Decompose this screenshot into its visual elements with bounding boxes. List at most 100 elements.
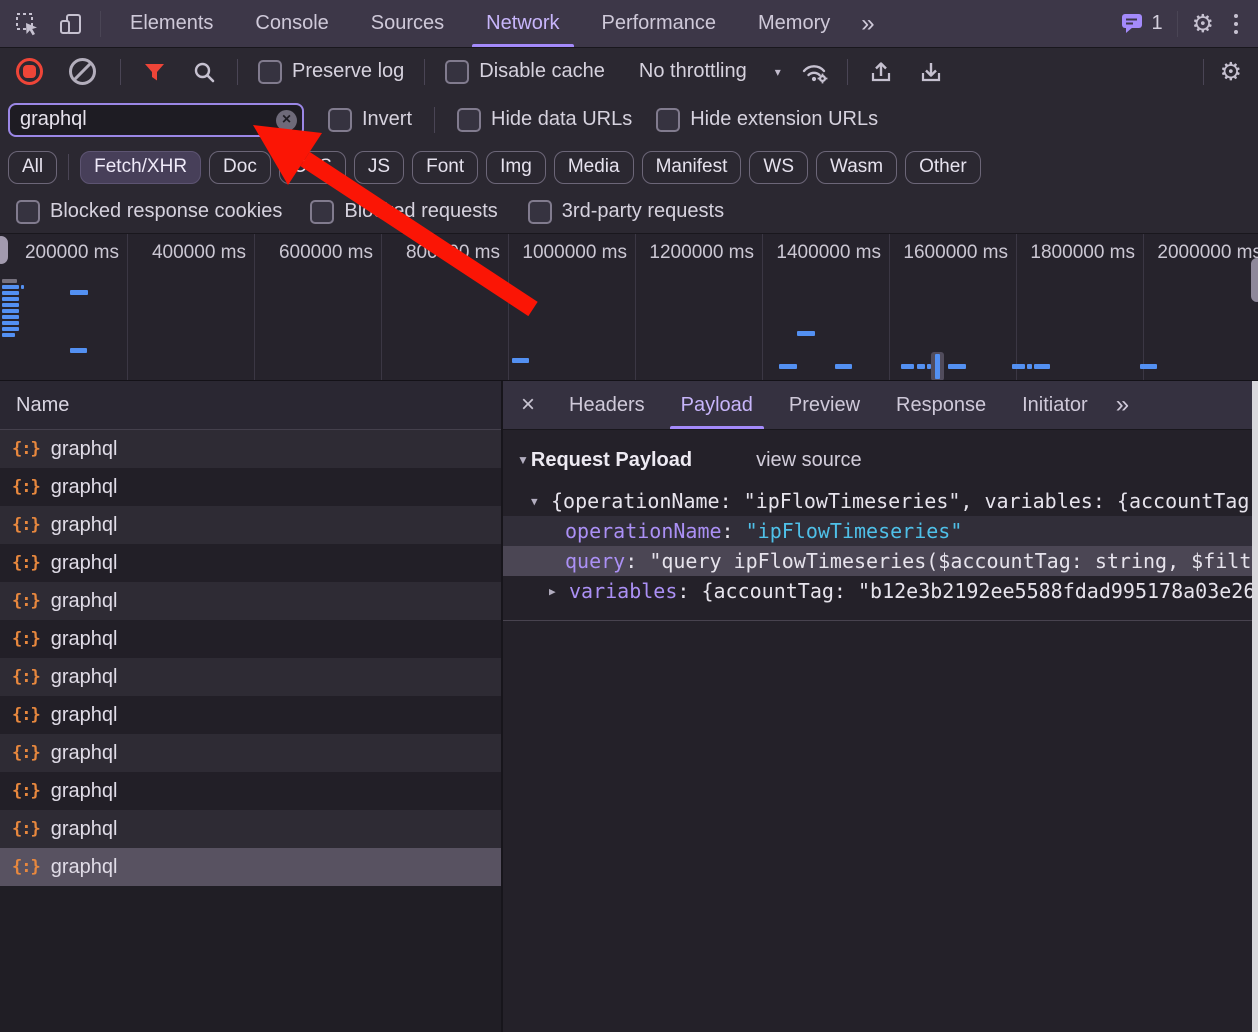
blocked-response-cookies-label: Blocked response cookies: [50, 200, 282, 223]
close-icon[interactable]: ×: [503, 393, 551, 417]
type-chip-fetch-xhr[interactable]: Fetch/XHR: [80, 151, 201, 184]
json-braces-icon: {:}: [12, 819, 40, 839]
type-chip-css[interactable]: CSS: [279, 151, 346, 184]
hide-data-urls-checkbox[interactable]: [457, 108, 481, 132]
payload-row[interactable]: ▼{operationName: "ipFlowTimeseries", var…: [503, 486, 1258, 516]
request-name: graphql: [51, 856, 118, 879]
waterfall-bar: [1034, 364, 1050, 369]
filter-input[interactable]: [8, 103, 304, 137]
issues-message-icon[interactable]: 1: [1120, 12, 1162, 35]
tab-performance[interactable]: Performance: [581, 0, 738, 47]
type-chip-manifest[interactable]: Manifest: [642, 151, 742, 184]
request-row[interactable]: {:}graphql: [0, 582, 501, 620]
import-har-upload-icon[interactable]: [864, 55, 898, 89]
name-column-header[interactable]: Name: [0, 381, 501, 430]
waterfall-tick-label: 1000000 ms: [522, 242, 627, 264]
request-row[interactable]: {:} graphql: [0, 848, 501, 886]
type-chip-doc[interactable]: Doc: [209, 151, 271, 184]
network-conditions-icon[interactable]: [797, 55, 831, 89]
more-details-tabs-icon[interactable]: »: [1106, 391, 1137, 419]
network-filter-bar: × Invert Hide data URLs Hide extension U…: [0, 95, 1258, 144]
export-har-download-icon[interactable]: [914, 55, 948, 89]
device-toolbar-icon[interactable]: [54, 7, 88, 41]
request-row[interactable]: {:}graphql: [0, 620, 501, 658]
kebab-menu-icon[interactable]: [1228, 14, 1244, 34]
blocked-requests-label: Blocked requests: [344, 200, 497, 223]
throttling-select[interactable]: No throttling ▾: [629, 60, 781, 83]
overview-left-handle[interactable]: [0, 236, 8, 264]
waterfall-tick-label: 400000 ms: [152, 242, 246, 264]
waterfall-gridline: [381, 234, 382, 380]
blocked-requests-checkbox[interactable]: [310, 200, 334, 224]
disclosure-triangle[interactable]: ▼: [531, 495, 551, 508]
disable-cache-checkbox[interactable]: [445, 60, 469, 84]
clear-network-log-icon[interactable]: [69, 58, 96, 85]
waterfall-bar: [512, 358, 529, 363]
search-icon[interactable]: [187, 55, 221, 89]
disclosure-triangle[interactable]: ▶: [549, 585, 569, 598]
waterfall-tick-label: 1800000 ms: [1030, 242, 1135, 264]
detail-tab-preview[interactable]: Preview: [771, 381, 878, 429]
blocked-filters-row: Blocked response cookies Blocked requests…: [0, 190, 1258, 234]
tab-elements[interactable]: Elements: [109, 0, 234, 47]
waterfall-bar: [779, 364, 797, 369]
3rd-party-requests-checkbox[interactable]: [528, 200, 552, 224]
tab-sources[interactable]: Sources: [350, 0, 465, 47]
payload-row[interactable]: query: "query ipFlowTimeseries($accountT…: [503, 546, 1258, 576]
detail-tab-initiator[interactable]: Initiator: [1004, 381, 1106, 429]
request-payload-section-header[interactable]: ▼ Request Payload view source: [517, 444, 1258, 476]
detail-tab-headers[interactable]: Headers: [551, 381, 663, 429]
json-braces-icon: {:}: [12, 629, 40, 649]
type-chip-font[interactable]: Font: [412, 151, 478, 184]
type-chip-all[interactable]: All: [8, 151, 57, 184]
blocked-response-cookies-checkbox[interactable]: [16, 200, 40, 224]
filter-funnel-icon[interactable]: [137, 55, 171, 89]
request-row[interactable]: {:}graphql: [0, 544, 501, 582]
request-row[interactable]: {:}graphql: [0, 468, 501, 506]
request-row[interactable]: {:}graphql: [0, 772, 501, 810]
clear-filter-icon[interactable]: ×: [276, 110, 297, 131]
preserve-log-checkbox[interactable]: [258, 60, 282, 84]
hide-extension-urls-checkbox[interactable]: [656, 108, 680, 132]
detail-tab-payload[interactable]: Payload: [663, 381, 771, 429]
waterfall-bar: [2, 333, 15, 337]
type-chip-ws[interactable]: WS: [749, 151, 808, 184]
detail-tab-response[interactable]: Response: [878, 381, 1004, 429]
inspect-cursor-icon[interactable]: [10, 7, 44, 41]
request-row[interactable]: {:}graphql: [0, 658, 501, 696]
type-chip-other[interactable]: Other: [905, 151, 981, 184]
waterfall-overview[interactable]: 200000 ms400000 ms600000 ms800000 ms1000…: [0, 234, 1258, 381]
record-network-log-icon[interactable]: [16, 58, 43, 85]
network-settings-gear-icon[interactable]: ⚙: [1220, 59, 1242, 84]
request-row[interactable]: {:}graphql: [0, 734, 501, 772]
request-row[interactable]: {:}graphql: [0, 430, 501, 468]
payload-row[interactable]: operationName: "ipFlowTimeseries": [503, 516, 1258, 546]
json-braces-icon: {:}: [12, 553, 40, 573]
waterfall-bar: [2, 297, 19, 301]
json-braces-icon: {:}: [12, 857, 40, 877]
request-row[interactable]: {:}graphql: [0, 696, 501, 734]
payload-text: :: [677, 579, 701, 603]
topbar-icons: [10, 7, 88, 41]
type-chip-js[interactable]: JS: [354, 151, 404, 184]
type-chip-img[interactable]: Img: [486, 151, 546, 184]
settings-gear-icon[interactable]: ⚙: [1192, 11, 1214, 36]
type-chip-media[interactable]: Media: [554, 151, 634, 184]
tab-memory[interactable]: Memory: [737, 0, 851, 47]
disclosure-triangle[interactable]: ▼: [517, 453, 529, 467]
overview-right-handle[interactable]: [1251, 258, 1258, 302]
type-chip-wasm[interactable]: Wasm: [816, 151, 897, 184]
view-source-link[interactable]: view source: [756, 449, 862, 472]
waterfall-bar: [2, 303, 19, 307]
invert-checkbox[interactable]: [328, 108, 352, 132]
json-braces-icon: {:}: [12, 439, 40, 459]
tab-network[interactable]: Network: [465, 0, 580, 47]
request-row[interactable]: {:}graphql: [0, 506, 501, 544]
waterfall-bar: [2, 285, 19, 289]
payload-row[interactable]: ▶variables: {accountTag: "b12e3b2192ee55…: [503, 576, 1258, 606]
more-tabs-icon[interactable]: »: [851, 10, 882, 38]
request-list-panel: Name {:}graphql{:}graphql{:}graphql{:}gr…: [0, 381, 503, 1032]
request-row[interactable]: {:}graphql: [0, 810, 501, 848]
topbar-right: 1 ⚙: [1120, 11, 1258, 37]
tab-console[interactable]: Console: [234, 0, 349, 47]
